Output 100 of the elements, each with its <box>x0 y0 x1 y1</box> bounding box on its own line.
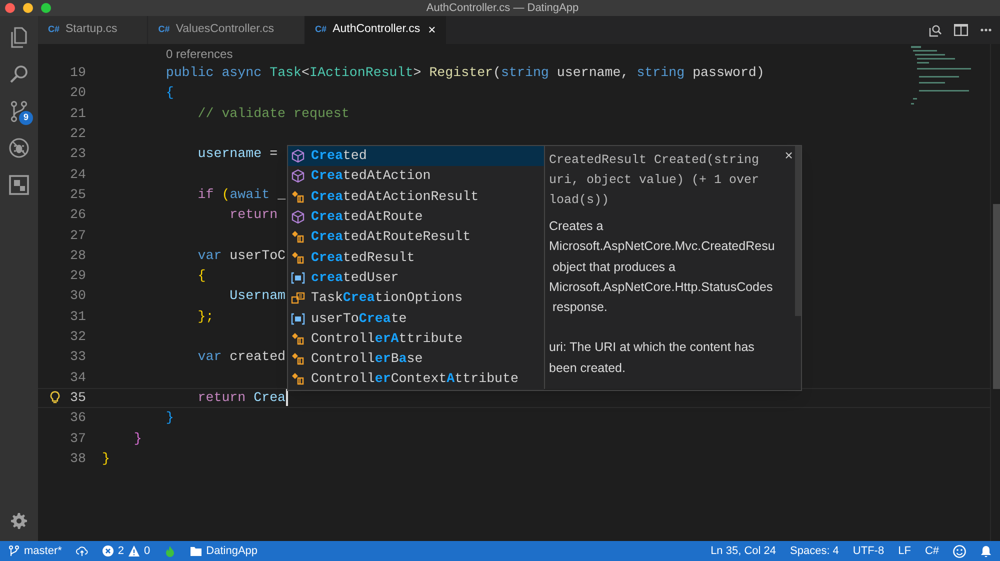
window-title: AuthController.cs — DatingApp <box>426 2 579 14</box>
line-number: 32 <box>69 328 86 346</box>
code-line: Usernam <box>228 287 286 306</box>
warning-count[interactable]: 0 <box>144 542 150 560</box>
parameter-text: uri: The URI at which the content has <box>549 339 754 356</box>
line-number: 33 <box>69 348 86 366</box>
suggestion-item[interactable]: Created <box>288 146 544 166</box>
description-text: object that produces a <box>551 258 676 276</box>
suggestion-item[interactable]: CreatedResult <box>288 247 544 268</box>
line-number: 29 <box>69 267 86 286</box>
code-line: var created <box>196 348 286 366</box>
maximize-window-button[interactable] <box>41 3 51 13</box>
encoding-setting[interactable]: UTF-8 <box>852 542 884 560</box>
code-line: return <box>228 206 278 224</box>
close-window-button[interactable] <box>5 3 15 13</box>
close-button[interactable]: × <box>784 147 793 168</box>
code-line: } <box>102 450 110 468</box>
settings-icon[interactable] <box>11 513 27 529</box>
line-number: 35 <box>69 388 86 407</box>
bell-icon[interactable] <box>980 545 992 557</box>
more-actions-icon[interactable] <box>980 28 992 32</box>
line-number: 28 <box>69 246 86 265</box>
suggestion-item[interactable]: userToCreate <box>288 308 544 329</box>
files-icon[interactable] <box>8 26 30 48</box>
branch-icon[interactable] <box>8 545 20 557</box>
code-line: public async Task<IActionResult> Register(string username, string password) <box>164 64 764 82</box>
line-number: 23 <box>69 145 86 164</box>
scrollbar-thumb[interactable] <box>795 146 801 316</box>
suggestion-item[interactable]: ControllerBase <box>288 348 544 370</box>
folder-name[interactable]: DatingApp <box>206 542 258 560</box>
search-icon[interactable] <box>8 63 30 85</box>
branch-name[interactable]: master* <box>24 542 62 560</box>
line-number: 36 <box>69 409 86 428</box>
code-line: if (await _ <box>196 186 286 204</box>
parameter-text: been created. <box>549 360 626 377</box>
cube-icon <box>291 210 305 224</box>
cloud-upload-icon[interactable] <box>76 545 88 557</box>
line-number: 21 <box>69 104 86 123</box>
cursor-position[interactable]: Ln 35, Col 24 <box>710 542 776 560</box>
line-number: 31 <box>69 308 86 326</box>
line-number: 22 <box>69 125 86 144</box>
signature-text: CreatedResult Created(string <box>549 152 760 169</box>
split-editor-icon[interactable] <box>954 24 968 36</box>
suggestion-item[interactable]: TaskCreationOptions <box>288 288 544 308</box>
warning-icon[interactable] <box>128 545 140 557</box>
variable-icon <box>291 312 305 326</box>
error-icon[interactable] <box>102 545 114 557</box>
class-icon <box>291 230 305 244</box>
minimize-window-button[interactable] <box>23 3 33 13</box>
suggestion-item[interactable]: CreatedAtRoute <box>288 206 544 228</box>
text-cursor <box>286 389 288 406</box>
line-number: 37 <box>69 430 86 448</box>
line-number: 19 <box>69 64 86 82</box>
open-preview-icon[interactable] <box>928 23 942 37</box>
line-number: 24 <box>69 166 86 184</box>
csharp-icon: C# <box>315 23 327 37</box>
csharp-icon: C# <box>158 23 170 37</box>
suggestion-item[interactable]: CreatedAtAction <box>288 166 544 187</box>
suggestion-item[interactable]: ControllerContextAttribute <box>288 369 544 390</box>
description-text: Microsoft.AspNetCore.Mvc.CreatedResu <box>549 238 775 256</box>
indentation-setting[interactable]: Spaces: 4 <box>790 542 839 560</box>
suggestion-item[interactable]: CreatedAtActionResult <box>288 186 544 207</box>
error-count[interactable]: 2 <box>118 542 124 560</box>
language-mode[interactable]: C# <box>924 542 939 560</box>
csharp-icon: C# <box>48 23 60 37</box>
tab-label: ValuesController.cs <box>176 22 274 38</box>
extensions-icon[interactable] <box>8 174 30 196</box>
editor-tab[interactable]: C# AuthController.cs × <box>305 16 447 44</box>
code-line: username = <box>196 145 278 164</box>
class-icon <box>291 190 305 204</box>
tab-label: AuthController.cs <box>332 22 420 38</box>
lightbulb-icon[interactable] <box>50 391 60 404</box>
suggestion-item[interactable]: CreatedAtRouteResult <box>288 227 544 248</box>
debug-icon[interactable] <box>8 137 30 159</box>
minimap-drawing[interactable] <box>911 46 973 106</box>
suggestion-item[interactable]: createdUser <box>288 268 544 288</box>
tab-label: Startup.cs <box>66 22 118 38</box>
suggestion-item[interactable]: ControllerAttribute <box>288 328 544 349</box>
line-number: 26 <box>69 206 86 224</box>
code-line: } <box>164 409 174 428</box>
variable-icon <box>291 270 305 285</box>
close-tab-button[interactable]: × <box>428 20 436 40</box>
code-line: }; <box>196 308 214 326</box>
editor-tab[interactable]: C# ValuesController.cs <box>148 16 306 44</box>
code-lens[interactable]: 0 references <box>166 44 233 62</box>
scrollbar-thumb[interactable] <box>993 204 1000 389</box>
line-number: 27 <box>69 226 86 245</box>
line-number: 30 <box>69 287 86 306</box>
cube-icon <box>291 149 305 164</box>
class-icon <box>291 372 305 386</box>
class-icon <box>291 352 305 366</box>
line-number: 25 <box>69 186 86 204</box>
editor-tab[interactable]: C# Startup.cs <box>38 16 148 44</box>
source-control-icon[interactable] <box>8 100 30 122</box>
code-line: var userToC <box>196 246 286 265</box>
smiley-icon[interactable] <box>953 544 966 558</box>
line-ending-setting[interactable]: LF <box>898 542 911 560</box>
folder-icon[interactable] <box>190 545 202 557</box>
line-number: 20 <box>69 84 86 102</box>
description-text: response. <box>551 299 608 316</box>
